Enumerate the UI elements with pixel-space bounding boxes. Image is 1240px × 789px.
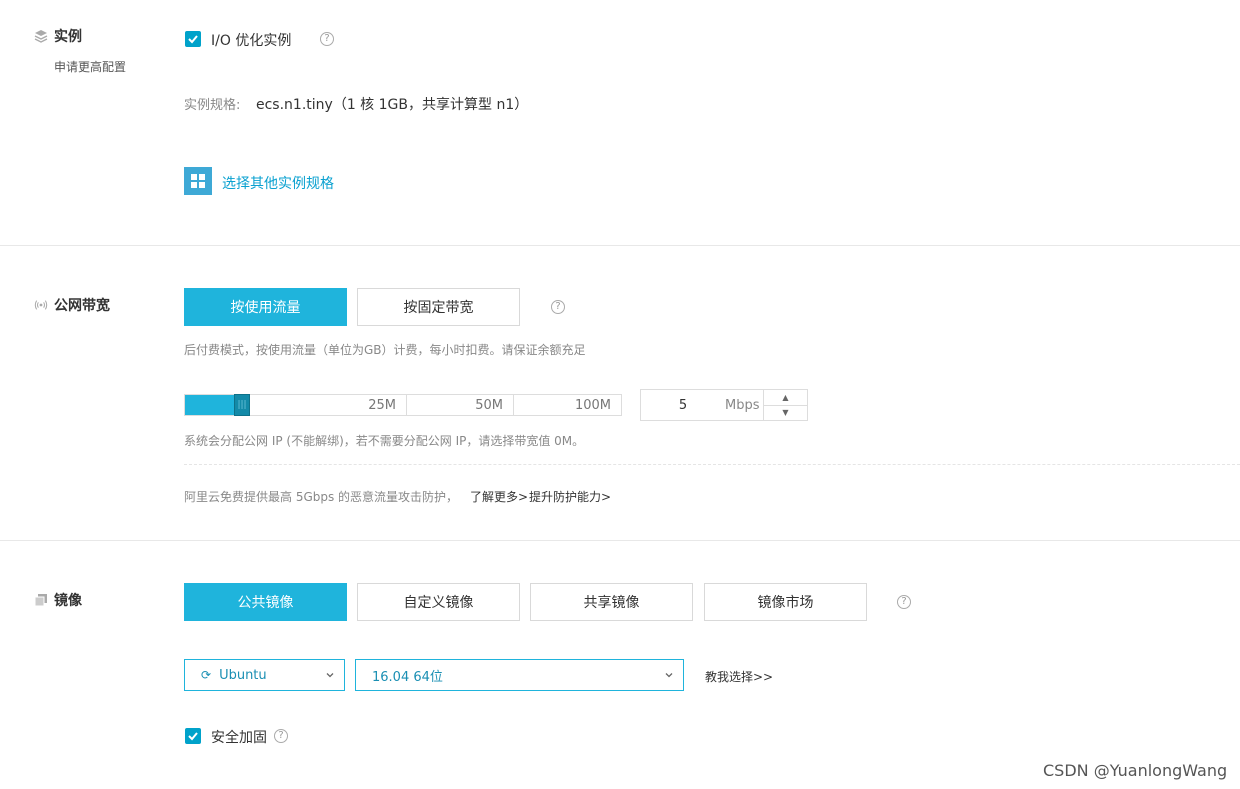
chevron-down-icon	[665, 673, 673, 678]
section-divider	[0, 245, 1240, 246]
ddos-protection-text: 阿里云免费提供最高 5Gbps 的恶意流量攻击防护，	[184, 490, 459, 504]
help-icon[interactable]: ?	[320, 32, 334, 46]
select-other-spec-link[interactable]: 选择其他实例规格	[222, 173, 334, 193]
tab-shared-image[interactable]: 共享镜像	[530, 583, 693, 621]
layers-icon	[34, 29, 48, 43]
watermark: CSDN @YuanlongWang	[1043, 761, 1228, 780]
decrement-arrow-icon[interactable]: ▼	[764, 406, 807, 421]
help-icon[interactable]: ?	[897, 595, 911, 609]
increment-arrow-icon[interactable]: ▲	[764, 390, 807, 406]
help-icon[interactable]: ?	[551, 300, 565, 314]
tab-custom-image[interactable]: 自定义镜像	[357, 583, 520, 621]
security-hardening-checkbox[interactable]	[185, 728, 201, 744]
slider-handle[interactable]: |||	[234, 394, 250, 416]
image-section-title: 镜像	[34, 590, 82, 610]
slider-tick-50m: 50M	[407, 395, 514, 415]
os-select-value: Ubuntu	[219, 667, 267, 683]
improve-protection-link[interactable]: 提升防护能力>	[529, 488, 611, 505]
version-select-value: 16.04 64位	[372, 669, 443, 685]
bandwidth-stepper[interactable]: ▲ ▼	[763, 390, 807, 420]
tab-public-image[interactable]: 公共镜像	[184, 583, 347, 621]
ubuntu-logo-icon: ⟳	[201, 668, 212, 682]
signal-icon	[34, 298, 48, 312]
bandwidth-input[interactable]: 5 Mbps ▲ ▼	[640, 389, 808, 421]
instance-title: 实例	[54, 29, 82, 45]
section-divider	[0, 540, 1240, 541]
bandwidth-section-title: 公网带宽	[34, 295, 110, 315]
check-icon	[188, 732, 198, 741]
spec-value: ecs.n1.tiny（1 核 1GB，共享计算型 n1）	[256, 97, 529, 113]
bandwidth-slider[interactable]: 25M 50M 100M |||	[184, 394, 622, 416]
bandwidth-title: 公网带宽	[54, 298, 110, 314]
public-ip-note: 系统会分配公网 IP (不能解绑)，若不需要分配公网 IP，请选择带宽值 0M。	[184, 434, 585, 448]
grid-icon[interactable]	[184, 167, 212, 195]
spec-label: 实例规格:	[184, 98, 241, 113]
slider-tick-25m: 25M	[242, 395, 407, 415]
chevron-down-icon	[326, 673, 334, 678]
io-optimized-checkbox[interactable]	[185, 31, 201, 47]
help-icon[interactable]: ?	[274, 729, 288, 743]
io-optimized-label: I/O 优化实例	[211, 33, 292, 49]
help-choose-link[interactable]: 教我选择>>	[705, 668, 773, 685]
bandwidth-value[interactable]: 5	[641, 390, 725, 420]
billing-mode-description: 后付费模式，按使用流量（单位为GB）计费，每小时扣费。请保证余额充足	[184, 343, 586, 357]
learn-more-link[interactable]: 了解更多>	[470, 488, 528, 505]
version-select[interactable]: 16.04 64位	[355, 659, 684, 691]
bandwidth-unit: Mbps	[725, 397, 760, 413]
dashed-divider	[184, 464, 1240, 465]
image-stack-icon	[34, 593, 48, 607]
slider-tick-100m: 100M	[574, 397, 611, 413]
security-hardening-label: 安全加固	[211, 730, 267, 746]
tab-image-market[interactable]: 镜像市场	[704, 583, 867, 621]
os-select[interactable]: ⟳ Ubuntu	[184, 659, 345, 691]
image-title: 镜像	[54, 593, 82, 609]
check-icon	[188, 35, 198, 44]
request-higher-config-link[interactable]: 申请更高配置	[54, 58, 126, 75]
pay-by-fixed-bandwidth-button[interactable]: 按固定带宽	[357, 288, 520, 326]
pay-by-traffic-button[interactable]: 按使用流量	[184, 288, 347, 326]
instance-section-title: 实例	[34, 26, 82, 46]
